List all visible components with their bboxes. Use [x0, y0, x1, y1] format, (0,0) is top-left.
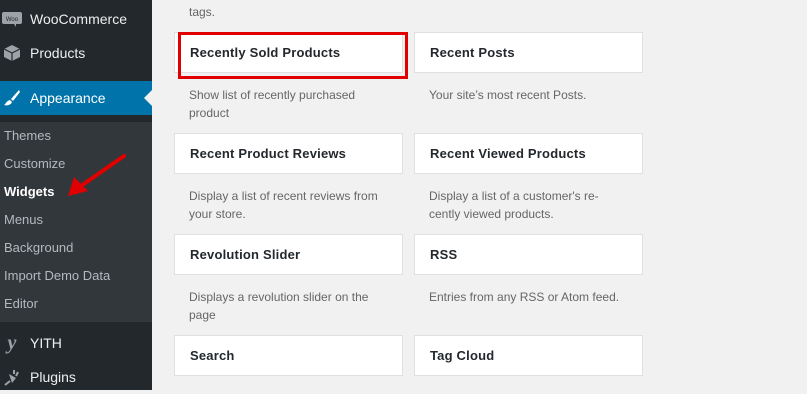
widget-recent-posts[interactable]: Recent Posts	[414, 32, 643, 73]
plugin-icon	[2, 367, 22, 387]
menu-appearance[interactable]: Appearance	[0, 81, 152, 115]
widget-revolution-slider[interactable]: Revolution Slider	[174, 234, 403, 275]
yith-icon: y	[7, 331, 17, 354]
menu-appearance-label: Appearance	[30, 90, 106, 106]
menu-products-label: Products	[30, 45, 86, 61]
submenu-themes[interactable]: Themes	[4, 126, 51, 146]
widget-title: Recent Product Reviews	[190, 146, 347, 161]
products-box-icon	[2, 43, 22, 63]
submenu-editor[interactable]: Editor	[4, 294, 38, 314]
widget-title: Search	[190, 348, 235, 363]
widget-description: Display a list of recent reviews from yo…	[189, 189, 378, 221]
widget-description: Entries from any RSS or Atom feed.	[429, 290, 620, 304]
widget-recently-sold-products[interactable]: Recently Sold Products	[174, 32, 403, 73]
widget-tag-cloud[interactable]: Tag Cloud	[414, 335, 643, 376]
widget-search[interactable]: Search	[174, 335, 403, 376]
widgets-main: tags. Recently Sold Products Recent Post…	[152, 0, 807, 390]
woocommerce-icon: Woo	[2, 9, 22, 29]
menu-yith-label: YITH	[30, 335, 62, 351]
menu-yith[interactable]: y YITH	[0, 326, 152, 360]
paintbrush-icon	[2, 88, 22, 108]
menu-plugins-label: Plugins	[30, 369, 76, 385]
widget-title: Recent Posts	[430, 45, 515, 60]
menu-woocommerce-label: WooCommerce	[30, 11, 127, 27]
menu-products[interactable]: Products	[0, 36, 152, 70]
widget-title: RSS	[430, 247, 458, 262]
widget-rss[interactable]: RSS	[414, 234, 643, 275]
widget-title: Recently Sold Products	[190, 45, 341, 60]
widget-description: Show list of recently purchased product	[189, 88, 356, 120]
widget-description: Displays a revolution slider on the page	[189, 290, 369, 322]
submenu-menus[interactable]: Menus	[4, 210, 43, 230]
widget-description: Your site’s most recent Posts.	[429, 88, 587, 102]
widget-title: Recent Viewed Products	[430, 146, 586, 161]
widget-description: tags.	[189, 5, 216, 19]
menu-plugins[interactable]: Plugins	[0, 360, 152, 394]
widget-recent-product-reviews[interactable]: Recent Product Reviews	[174, 133, 403, 174]
widget-title: Tag Cloud	[430, 348, 495, 363]
submenu-background[interactable]: Background	[4, 238, 73, 258]
annotation-arrow-icon	[68, 154, 126, 196]
submenu-customize[interactable]: Customize	[4, 154, 65, 174]
widget-title: Revolution Slider	[190, 247, 301, 262]
menu-woocommerce[interactable]: Woo WooCommerce	[0, 2, 152, 36]
widget-description: Display a list of a customer's re-cently…	[429, 189, 599, 221]
submenu-widgets[interactable]: Widgets	[4, 182, 54, 202]
submenu-import-demo-data[interactable]: Import Demo Data	[4, 266, 110, 286]
svg-text:Woo: Woo	[6, 17, 19, 23]
widget-recent-viewed-products[interactable]: Recent Viewed Products	[414, 133, 643, 174]
